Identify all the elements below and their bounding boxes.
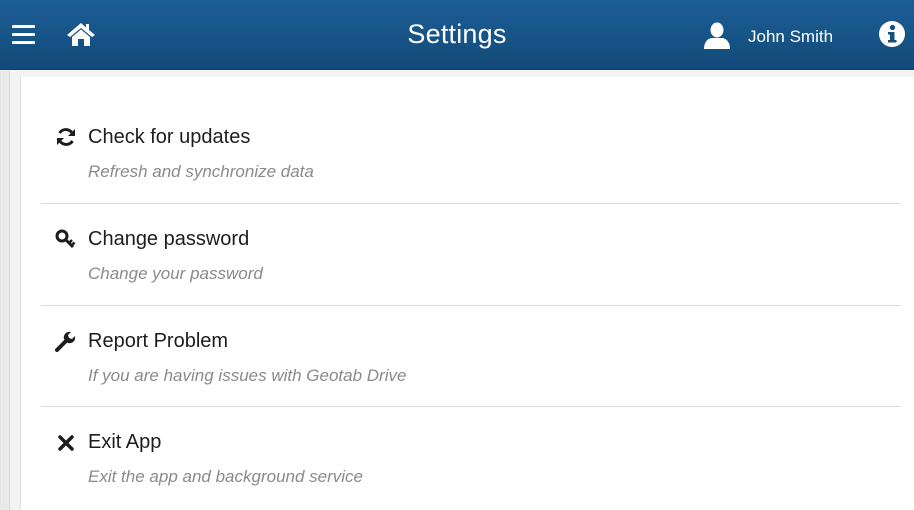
wrench-icon [55,330,77,352]
item-description: If you are having issues with Geotab Dri… [88,366,407,385]
user-name[interactable]: John Smith [748,27,833,47]
top-bar: Settings John Smith [0,0,914,70]
settings-page: Settings John Smith Check for updates Re… [0,0,914,510]
item-label: Exit App [88,431,162,453]
refresh-icon [55,126,77,148]
info-icon[interactable] [878,20,906,48]
item-description: Refresh and synchronize data [88,162,314,181]
item-description: Exit the app and background service [88,467,364,486]
item-description: Change your password [88,264,263,283]
item-label: Check for updates [88,126,251,148]
close-icon [55,432,77,454]
item-label: Change password [88,228,250,250]
list-item-change-password[interactable]: Change password Change your password [21,204,901,305]
key-icon [55,228,77,250]
item-label: Report Problem [88,330,229,352]
side-gutter [0,71,10,510]
settings-list: Check for updates Refresh and synchroniz… [20,77,914,510]
list-item-check-for-updates[interactable]: Check for updates Refresh and synchroniz… [21,102,901,203]
user-icon [701,22,733,50]
list-item-exit-app[interactable]: Exit App Exit the app and background ser… [21,407,901,508]
list-item-report-problem[interactable]: Report Problem If you are having issues … [21,306,901,407]
